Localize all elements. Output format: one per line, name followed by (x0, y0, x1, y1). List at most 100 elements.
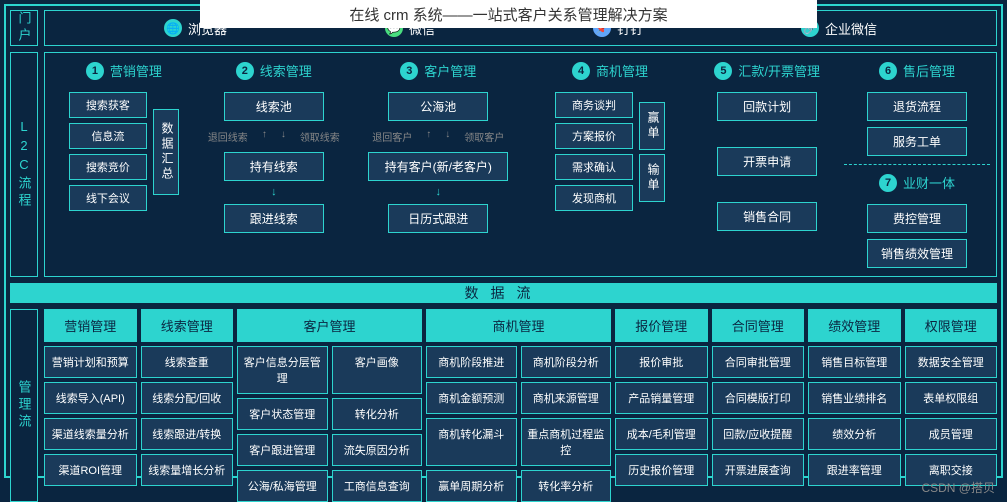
page-title: 在线 crm 系统——一站式客户关系管理解决方案 (200, 0, 817, 28)
node-return-flow[interactable]: 退货流程 (867, 92, 967, 121)
mgmt-head[interactable]: 报价管理 (615, 309, 708, 342)
node-payment-plan[interactable]: 回款计划 (717, 92, 817, 121)
node-lead-pool[interactable]: 线索池 (224, 92, 324, 121)
mgmt-cell[interactable]: 合同审批管理 (712, 346, 805, 378)
mgmt-cell[interactable]: 流失原因分析 (332, 434, 423, 466)
mgmt-col: 报价管理报价审批产品销量管理成本/毛利管理历史报价管理 (615, 309, 708, 502)
mgmt-cell[interactable]: 成本/毛利管理 (615, 418, 708, 450)
mgmt-head[interactable]: 营销管理 (44, 309, 137, 342)
mgmt-row: 客户跟进管理流失原因分析 (237, 434, 422, 466)
mgmt-cell[interactable]: 渠道ROI管理 (44, 454, 137, 486)
col-head-7: 7业财一体 (879, 173, 955, 192)
node-lose[interactable]: 输单 (639, 154, 665, 202)
node-service-ticket[interactable]: 服务工单 (867, 127, 967, 156)
col-title-6: 售后管理 (903, 61, 955, 80)
col-head-5: 5汇款/开票管理 (714, 61, 820, 80)
num-1: 1 (86, 62, 104, 80)
mgmt-cell[interactable]: 转化率分析 (521, 470, 612, 502)
mgmt-cell[interactable]: 线索导入(API) (44, 382, 137, 414)
mgmt-cell[interactable]: 客户跟进管理 (237, 434, 328, 466)
mgmt-cell[interactable]: 回款/应收提醒 (712, 418, 805, 450)
mgmt-cell[interactable]: 线索跟进/转换 (141, 418, 234, 450)
mgmt-head[interactable]: 商机管理 (426, 309, 611, 342)
mgmt-cell[interactable]: 报价审批 (615, 346, 708, 378)
mgmt-col: 商机管理商机阶段推进商机阶段分析商机金额预测商机来源管理商机转化漏斗重点商机过程… (426, 309, 611, 502)
mgmt-cell[interactable]: 客户状态管理 (237, 398, 328, 430)
mgmt-head[interactable]: 绩效管理 (808, 309, 901, 342)
mgmt-head[interactable]: 线索管理 (141, 309, 234, 342)
node-own-customer[interactable]: 持有客户(新/老客户) (368, 152, 508, 181)
mgmt-cell[interactable]: 表单权限组 (905, 382, 998, 414)
mgmt-cell[interactable]: 商机转化漏斗 (426, 418, 517, 466)
node-calendar-follow[interactable]: 日历式跟进 (388, 204, 488, 233)
node-sales-perf[interactable]: 销售绩效管理 (867, 239, 967, 268)
mgmt-cell[interactable]: 绩效分析 (808, 418, 901, 450)
flow-labels-customer: 退回客户↑↓领取客户 (372, 129, 504, 144)
mgmt-row: 赢单周期分析转化率分析 (426, 470, 611, 502)
node-data-summary[interactable]: 数据汇总 (153, 109, 179, 195)
col-head-2: 2线索管理 (236, 61, 312, 80)
mgmt-label: 管理流 (10, 309, 38, 502)
mgmt-cell[interactable]: 工商信息查询 (332, 470, 423, 502)
mgmt-row: 客户状态管理转化分析 (237, 398, 422, 430)
mgmt-head[interactable]: 合同管理 (712, 309, 805, 342)
node-search-bid[interactable]: 搜索竞价 (69, 154, 147, 180)
l2c-col-lead: 2线索管理 线索池 退回线索↑↓领取线索 持有线索 ↓ 跟进线索 (201, 61, 347, 268)
mgmt-cell[interactable]: 渠道线索量分析 (44, 418, 137, 450)
node-public-pool[interactable]: 公海池 (388, 92, 488, 121)
mgmt-cell[interactable]: 转化分析 (332, 398, 423, 430)
mgmt-row: 商机金额预测商机来源管理 (426, 382, 611, 414)
mgmt-cell[interactable]: 营销计划和预算 (44, 346, 137, 378)
mgmt-cell[interactable]: 赢单周期分析 (426, 470, 517, 502)
node-req-confirm[interactable]: 需求确认 (555, 154, 633, 180)
col-title-1: 营销管理 (110, 61, 162, 80)
node-find-opp[interactable]: 发现商机 (555, 185, 633, 211)
mgmt-cell[interactable]: 客户信息分层管理 (237, 346, 328, 394)
mgmt-row: 客户信息分层管理客户画像 (237, 346, 422, 394)
node-biz-negotiate[interactable]: 商务谈判 (555, 92, 633, 118)
mgmt-cell[interactable]: 商机金额预测 (426, 382, 517, 414)
node-plan-quote[interactable]: 方案报价 (555, 123, 633, 149)
node-follow-lead[interactable]: 跟进线索 (224, 204, 324, 233)
mgmt-cell[interactable]: 商机来源管理 (521, 382, 612, 414)
mgmt-body: 营销管理营销计划和预算线索导入(API) 渠道线索量分析渠道ROI管理 线索管理线索… (44, 309, 997, 502)
mgmt-col: 营销管理营销计划和预算线索导入(API) 渠道线索量分析渠道ROI管理 (44, 309, 137, 502)
mgmt-cell[interactable]: 商机阶段推进 (426, 346, 517, 378)
mgmt-col: 客户管理客户信息分层管理客户画像客户状态管理转化分析客户跟进管理流失原因分析公海… (237, 309, 422, 502)
mgmt-row: 商机阶段推进商机阶段分析 (426, 346, 611, 378)
mgmt-head[interactable]: 客户管理 (237, 309, 422, 342)
mgmt-cell[interactable]: 客户画像 (332, 346, 423, 394)
num-5: 5 (714, 62, 732, 80)
mgmt-cell[interactable]: 跟进率管理 (808, 454, 901, 486)
mgmt-cell[interactable]: 线索量增长分析 (141, 454, 234, 486)
mgmt-cell[interactable]: 产品销量管理 (615, 382, 708, 414)
node-expense[interactable]: 费控管理 (867, 204, 967, 233)
node-info-flow[interactable]: 信息流 (69, 123, 147, 149)
mgmt-cell[interactable]: 合同模版打印 (712, 382, 805, 414)
divider (844, 164, 990, 165)
main-column: 门户 🌐浏览器 💬微信 📌钉钉 🔗企业微信 L2C流程 1营销管理 搜索获客 信… (10, 10, 997, 472)
node-offline-meeting[interactable]: 线下会议 (69, 185, 147, 211)
mgmt-cell[interactable]: 数据安全管理 (905, 346, 998, 378)
mgmt-cell[interactable]: 历史报价管理 (615, 454, 708, 486)
mgmt-cell[interactable]: 线索分配/回收 (141, 382, 234, 414)
mgmt-cell[interactable]: 开票进展查询 (712, 454, 805, 486)
mgmt-head[interactable]: 权限管理 (905, 309, 998, 342)
node-win[interactable]: 赢单 (639, 102, 665, 150)
node-own-lead[interactable]: 持有线索 (224, 152, 324, 181)
node-sales-contract[interactable]: 销售合同 (717, 202, 817, 231)
node-invoice-apply[interactable]: 开票申请 (717, 147, 817, 176)
arrow-icon: ↓ (271, 187, 277, 198)
col-title-2: 线索管理 (260, 61, 312, 80)
mgmt-cell[interactable]: 商机阶段分析 (521, 346, 612, 378)
mgmt-cell[interactable]: 成员管理 (905, 418, 998, 450)
node-search-guest[interactable]: 搜索获客 (69, 92, 147, 118)
mgmt-cell[interactable]: 重点商机过程监控 (521, 418, 612, 466)
col-head-1: 1 营销管理 (86, 61, 162, 80)
mgmt-cell[interactable]: 销售目标管理 (808, 346, 901, 378)
mgmt-cell[interactable]: 销售业绩排名 (808, 382, 901, 414)
l2c-col-opportunity: 4商机管理 商务谈判 方案报价 需求确认 发现商机 赢单 输单 (530, 61, 690, 268)
mgmt-cell[interactable]: 公海/私海管理 (237, 470, 328, 502)
l2c-col-payment: 5汇款/开票管理 回款计划 开票申请 销售合同 (694, 61, 840, 268)
mgmt-cell[interactable]: 线索查重 (141, 346, 234, 378)
